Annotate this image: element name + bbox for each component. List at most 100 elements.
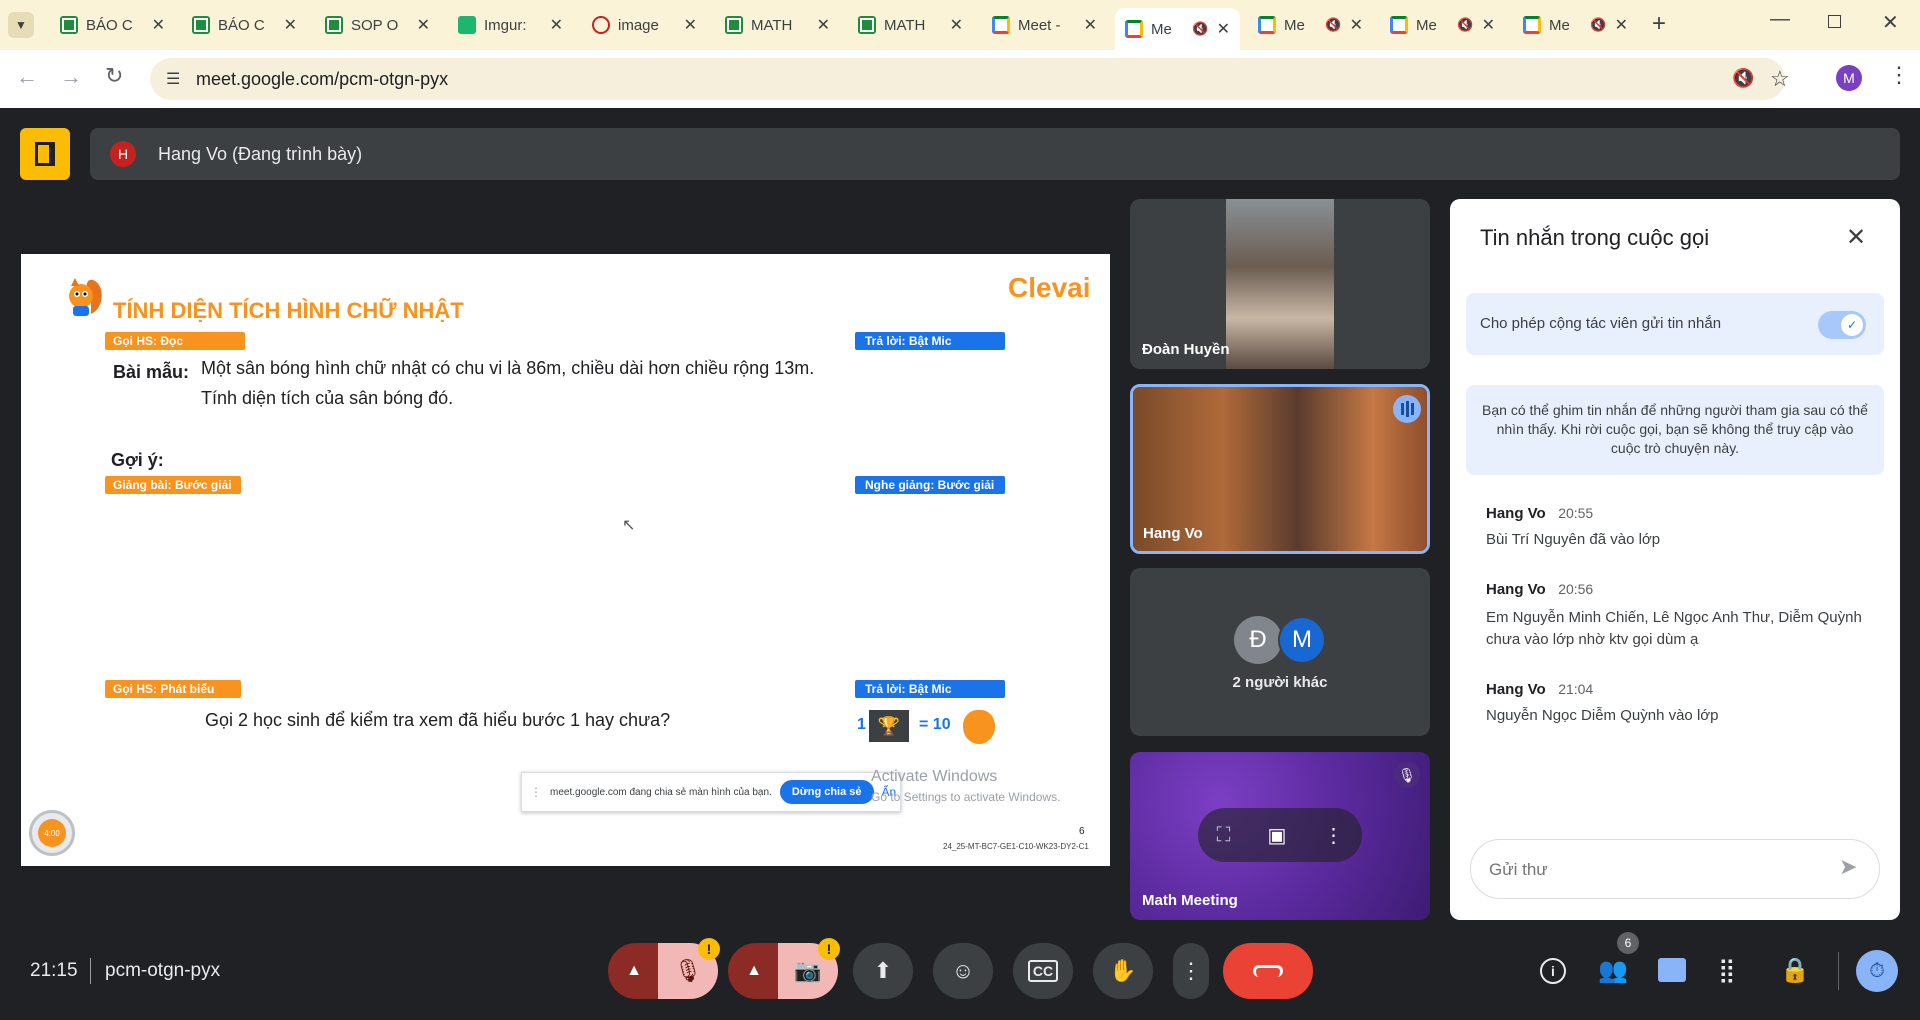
audio-options-button[interactable]: ▲: [608, 943, 660, 999]
tab-2[interactable]: BÁO C ✕: [182, 8, 307, 42]
close-window-icon[interactable]: ✕: [1882, 10, 1899, 35]
people-icon[interactable]: 👥: [1598, 956, 1628, 985]
raise-hand-button[interactable]: ✋: [1093, 943, 1153, 999]
leave-call-button[interactable]: [1223, 943, 1313, 999]
close-icon[interactable]: ✕: [1217, 19, 1230, 39]
close-icon[interactable]: ✕: [817, 15, 830, 35]
drag-handle-icon[interactable]: ⋮: [530, 785, 542, 799]
profile-avatar[interactable]: M: [1836, 65, 1862, 91]
close-chat-icon[interactable]: ✕: [1846, 223, 1866, 252]
tab-5[interactable]: image ✕: [582, 8, 707, 42]
pin-icon[interactable]: ▣: [1268, 823, 1287, 848]
captions-button[interactable]: CC: [1013, 943, 1073, 999]
tab-4[interactable]: Imgur: ✕: [448, 8, 573, 42]
timer-extension-icon[interactable]: ⏱: [1856, 950, 1898, 992]
participant-tile-hang-vo[interactable]: Hang Vo: [1130, 384, 1430, 554]
message-sender: Hang Vo: [1486, 505, 1546, 522]
tab-7[interactable]: MATH ✕: [848, 8, 973, 42]
brand-logo: Clevai: [1008, 272, 1091, 303]
tab-1[interactable]: BÁO C ✕: [50, 8, 175, 42]
muted-audio-icon[interactable]: 🔇: [1192, 21, 1208, 37]
close-icon[interactable]: ✕: [550, 15, 563, 35]
participant-tile-math-meeting[interactable]: 🎙 ⛶ ▣ ⋮ Math Meeting: [1130, 752, 1430, 920]
emoji-reaction-button[interactable]: ☺: [933, 943, 993, 999]
chat-icon[interactable]: [1658, 958, 1686, 982]
page-number: 6: [1079, 826, 1085, 837]
example-label: Bài mẫu:: [113, 362, 190, 382]
tab-9-active[interactable]: Me 🔇 ✕: [1115, 8, 1240, 50]
stop-sharing-button[interactable]: Dừng chia sẻ: [779, 780, 874, 804]
video-options-button[interactable]: ▲: [728, 943, 780, 999]
browser-menu-icon[interactable]: ⋮: [1888, 62, 1910, 88]
tag-answer-mic-2: Trả lời: Bật Mic: [855, 680, 1005, 698]
close-icon[interactable]: ✕: [284, 15, 297, 35]
present-screen-button[interactable]: ⬆: [853, 943, 913, 999]
permission-label: Cho phép cộng tác viên gửi tin nhắn: [1480, 315, 1722, 332]
close-icon[interactable]: ✕: [152, 15, 165, 35]
close-icon[interactable]: ✕: [1084, 15, 1097, 35]
frame-icon[interactable]: ⛶: [1217, 824, 1231, 847]
tab-6[interactable]: MATH ✕: [715, 8, 840, 42]
timer-value: 4:00: [38, 819, 66, 847]
activities-icon[interactable]: ⣿: [1718, 956, 1736, 985]
reload-icon[interactable]: ↻: [105, 63, 123, 89]
example-line-1: Một sân bóng hình chữ nhật có chu vi là …: [201, 358, 815, 378]
tab-11[interactable]: Me 🔇 ✕: [1380, 8, 1505, 42]
presentation-slide: TÍNH DIỆN TÍCH HÌNH CHỮ NHẬT Clevai Gọi …: [21, 254, 1110, 866]
participant-tile-doan-huyen[interactable]: Đoàn Huyền: [1130, 199, 1430, 369]
forward-icon[interactable]: →: [60, 64, 82, 90]
hint-label: Gợi ý:: [111, 450, 164, 470]
muted-audio-icon[interactable]: 🔇: [1457, 17, 1473, 33]
sheets-icon: [325, 16, 343, 34]
participant-tile-others[interactable]: Đ M 2 người khác: [1130, 568, 1430, 736]
more-options-button[interactable]: ⋮: [1173, 943, 1209, 999]
url-text[interactable]: meet.google.com/pcm-otgn-pyx: [196, 69, 448, 90]
address-bar[interactable]: ☰ meet.google.com/pcm-otgn-pyx 🔇 ☆: [150, 58, 1790, 100]
send-icon[interactable]: ➤: [1839, 854, 1857, 880]
chat-info-box: Bạn có thể ghim tin nhắn để những người …: [1466, 385, 1884, 475]
image-icon: [592, 16, 610, 34]
participant-name: Hang Vo: [1143, 525, 1203, 542]
sheets-icon: [725, 16, 743, 34]
question-text: Gọi 2 học sinh để kiểm tra xem đã hiểu b…: [205, 710, 671, 730]
close-icon[interactable]: ✕: [950, 15, 963, 35]
tile-controls: ⛶ ▣ ⋮: [1198, 808, 1362, 862]
chat-input-wrap: ➤: [1470, 839, 1880, 899]
more-options-icon[interactable]: ⋮: [1323, 823, 1343, 848]
close-icon[interactable]: ✕: [1350, 15, 1363, 35]
close-icon[interactable]: ✕: [684, 15, 697, 35]
back-icon[interactable]: ←: [16, 64, 38, 90]
restore-icon[interactable]: [1828, 15, 1841, 28]
minimize-icon[interactable]: —: [1770, 8, 1790, 31]
exit-presentation-button[interactable]: [20, 128, 70, 180]
meeting-info-icon[interactable]: i: [1540, 958, 1566, 984]
muted-audio-icon[interactable]: 🔇: [1590, 17, 1606, 33]
tab-muted-icon[interactable]: 🔇: [1732, 68, 1754, 89]
tab-12[interactable]: Me 🔇 ✕: [1513, 8, 1638, 42]
muted-audio-icon[interactable]: 🔇: [1325, 17, 1341, 33]
message-sender: Hang Vo: [1486, 581, 1546, 598]
clock-time: 21:15: [30, 960, 78, 981]
tab-3[interactable]: SOP O ✕: [315, 8, 440, 42]
tab-10[interactable]: Me 🔇 ✕: [1248, 8, 1373, 42]
example-line-2: Tính diện tích của sân bóng đó.: [201, 388, 454, 408]
score-equals: = 10: [919, 716, 951, 733]
tab-search-button[interactable]: ▼: [8, 12, 34, 38]
chat-message: Hang Vo 21:04 Nguyễn Ngọc Diễm Quỳnh vào…: [1486, 681, 1876, 724]
bookmark-star-icon[interactable]: ☆: [1770, 66, 1790, 92]
tab-8[interactable]: Meet - ✕: [982, 8, 1107, 42]
new-tab-icon[interactable]: +: [1652, 10, 1666, 38]
close-icon[interactable]: ✕: [1482, 15, 1495, 35]
tag-lecture-steps: Giảng bài: Bước giải: [105, 476, 241, 494]
host-controls-icon[interactable]: 🔒: [1780, 956, 1810, 985]
slide-code: 24_25-MT-BC7-GE1-C10-WK23-DY2-C1: [943, 842, 1089, 851]
tag-listen-steps: Nghe giảng: Bước giải: [855, 476, 1005, 494]
site-info-icon[interactable]: ☰: [166, 69, 180, 89]
permission-toggle[interactable]: ✓: [1818, 311, 1866, 339]
divider: [1838, 952, 1839, 990]
close-icon[interactable]: ✕: [1615, 15, 1628, 35]
close-icon[interactable]: ✕: [417, 15, 430, 35]
score-number: 1: [857, 716, 866, 733]
chat-info-text: Bạn có thể ghim tin nhắn để những người …: [1482, 402, 1868, 456]
chat-input[interactable]: [1489, 856, 1809, 884]
